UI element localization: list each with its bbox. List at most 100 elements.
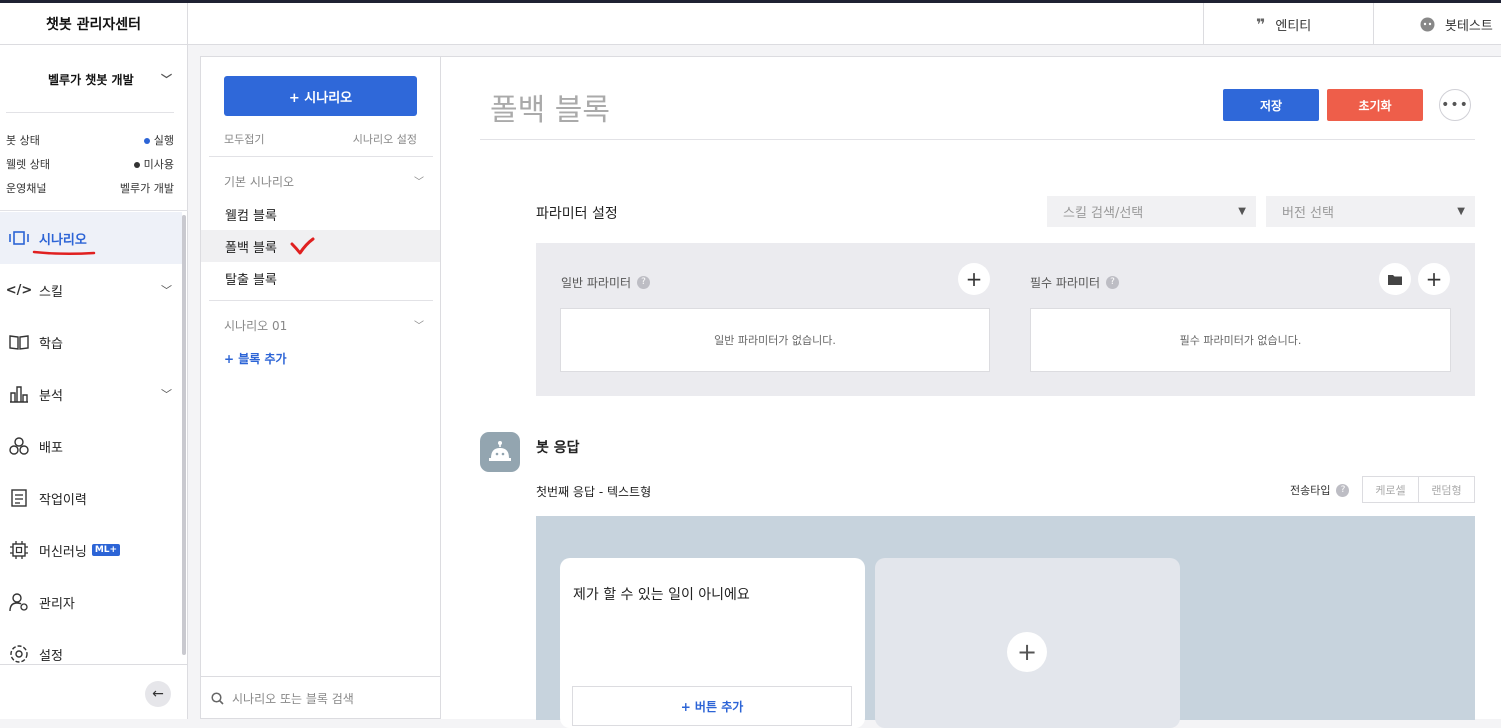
plus-icon: + [1425,267,1443,291]
status-text: 실행 [153,134,174,147]
status-dot [143,138,150,144]
bot-face-icon [1420,17,1435,32]
response-canvas: 제가 할 수 있는 일이 아니에요 + 버튼 추가 + [536,516,1475,728]
sidebar-item-analytics[interactable]: 분석 ﹀ [0,368,182,420]
collapse-all-link[interactable]: 모두접기 [224,131,264,147]
sidebar-item-label: 관리자 [39,596,75,612]
sidebar-item-label: 배포 [39,440,63,456]
send-type-toggle: 케로셀 랜덤형 [1362,476,1475,503]
add-general-param-button[interactable]: + [958,263,990,295]
response-card[interactable]: 제가 할 수 있는 일이 아니에요 + 버튼 추가 [560,558,865,728]
response-card-text[interactable]: 제가 할 수 있는 일이 아니에요 [573,584,750,604]
status-label: 봇 상태 [6,134,40,147]
scenario-icon [8,228,30,248]
bot-selector[interactable]: 벨루가 챗봇 개발 ﹀ [0,59,188,99]
chevron-down-icon: ﹀ [161,73,172,86]
help-icon[interactable]: ? [1336,483,1350,497]
skill-select[interactable]: 스킬 검색/선택 ▼ [1047,196,1256,227]
general-param-label: 일반 파라미터 ? [561,274,651,291]
sidebar-item-label: 분석 [39,388,63,404]
sidebar-item-deploy[interactable]: 배포 [0,420,182,472]
status-label: 웰렛 상태 [6,158,50,171]
scenario-group-title: 시나리오 01 [224,319,288,333]
add-block-link[interactable]: + 블록 추가 [224,350,287,367]
sidebar-item-scenario[interactable]: 시나리오 [0,212,182,264]
deploy-icon [8,436,30,456]
sidebar-item-label: 머신러닝 [39,544,87,560]
caret-down-icon: ▼ [1457,206,1465,217]
status-label: 운영채널 [6,182,47,195]
sidebar-item-history[interactable]: 작업이력 [0,472,182,524]
bot-name: 벨루가 챗봇 개발 [48,72,134,87]
send-type-random[interactable]: 랜덤형 [1418,477,1474,502]
sidebar-item-label: 학습 [39,336,63,352]
status-row-channel: 운영채널 벨루가 개발 [6,180,174,196]
chevron-down-icon: ﹀ [161,284,172,297]
bottest-button[interactable]: 봇테스트 [1373,3,1501,45]
status-dot [133,162,140,168]
sidebar-scrollbar[interactable] [182,215,186,655]
divider [0,664,187,665]
send-type-text: 전송타입 [1290,484,1331,497]
add-scenario-button[interactable]: + 시나리오 [224,76,417,116]
scenario-group-header[interactable]: 기본 시나리오 ﹀ [224,173,424,190]
red-checkmark-annotation [290,237,315,255]
save-button[interactable]: 저장 [1223,89,1319,121]
main-content: 폴백 블록 저장 초기화 ••• 파라미터 설정 스킬 검색/선택 ▼ 버전 선… [441,56,1501,728]
scenario-settings-link[interactable]: 시나리오 설정 [353,131,417,147]
robot-icon [489,441,511,461]
divider [209,300,433,301]
plus-icon: + [965,267,983,291]
status-text: 미사용 [143,158,174,171]
general-param-empty: 일반 파라미터가 없습니다. [560,308,990,372]
book-icon [8,332,30,352]
add-card-placeholder[interactable]: + [875,558,1180,728]
sidebar-item-ml[interactable]: 머신러닝 ML+ [0,524,182,576]
more-options-button[interactable]: ••• [1439,89,1471,121]
block-item-exit[interactable]: 탈출 블록 [201,262,440,294]
param-section-title: 파라미터 설정 [536,206,618,222]
help-icon[interactable]: ? [637,276,651,289]
folder-icon [1388,274,1402,285]
help-icon[interactable]: ? [1106,276,1120,289]
sidebar-item-skill[interactable]: </> 스킬 ﹀ [0,264,182,316]
scenario-search-input[interactable]: 시나리오 또는 블록 검색 [201,676,440,719]
sidebar-item-admin[interactable]: 관리자 [0,576,182,628]
quote-icon: ❞ [1256,14,1266,34]
sidebar-item-settings[interactable]: 설정 [0,628,182,680]
chevron-down-icon: ﹀ [414,177,424,188]
sidebar-item-label: 작업이력 [39,492,87,508]
red-underline-annotation [32,250,96,256]
add-button-button[interactable]: + 버튼 추가 [572,686,852,726]
add-card-button[interactable]: + [1007,632,1047,672]
gear-icon [8,644,30,664]
collapse-sidebar-button[interactable]: ← [145,681,171,707]
scenario-group-title: 기본 시나리오 [224,175,295,189]
version-select[interactable]: 버전 선택 ▼ [1266,196,1475,227]
send-type-label: 전송타입 ? [1290,482,1350,498]
top-bar: 챗봇 관리자센터 ❞ 엔티티 봇테스트 [0,3,1501,45]
version-select-placeholder: 버전 선택 [1282,206,1334,221]
bot-response-title: 봇 응답 [536,440,580,456]
entity-button[interactable]: ❞ 엔티티 [1203,3,1373,45]
send-type-carousel[interactable]: 케로셀 [1363,477,1418,502]
status-value: 실행 [143,132,174,148]
required-param-empty: 필수 파라미터가 없습니다. [1030,308,1451,372]
chevron-down-icon: ﹀ [414,321,424,332]
folder-button[interactable] [1379,263,1411,295]
chip-icon [8,540,30,560]
divider [209,156,433,157]
status-row-wallet: 웰렛 상태 미사용 [6,156,174,172]
reset-button[interactable]: 초기화 [1327,89,1423,121]
more-dots-icon: ••• [1441,97,1469,113]
add-required-param-button[interactable]: + [1418,263,1450,295]
sidebar-item-learn[interactable]: 학습 [0,316,182,368]
scenario-group-header[interactable]: 시나리오 01 ﹀ [224,317,424,334]
skill-select-placeholder: 스킬 검색/선택 [1063,206,1144,221]
block-item-welcome[interactable]: 웰컴 블록 [201,198,440,230]
arrow-left-icon: ← [152,686,164,702]
required-param-text: 필수 파라미터 [1030,276,1101,290]
block-item-fallback[interactable]: 폴백 블록 [201,230,440,262]
code-icon: </> [5,282,33,298]
page-title: 폴백 블록 [490,93,610,128]
